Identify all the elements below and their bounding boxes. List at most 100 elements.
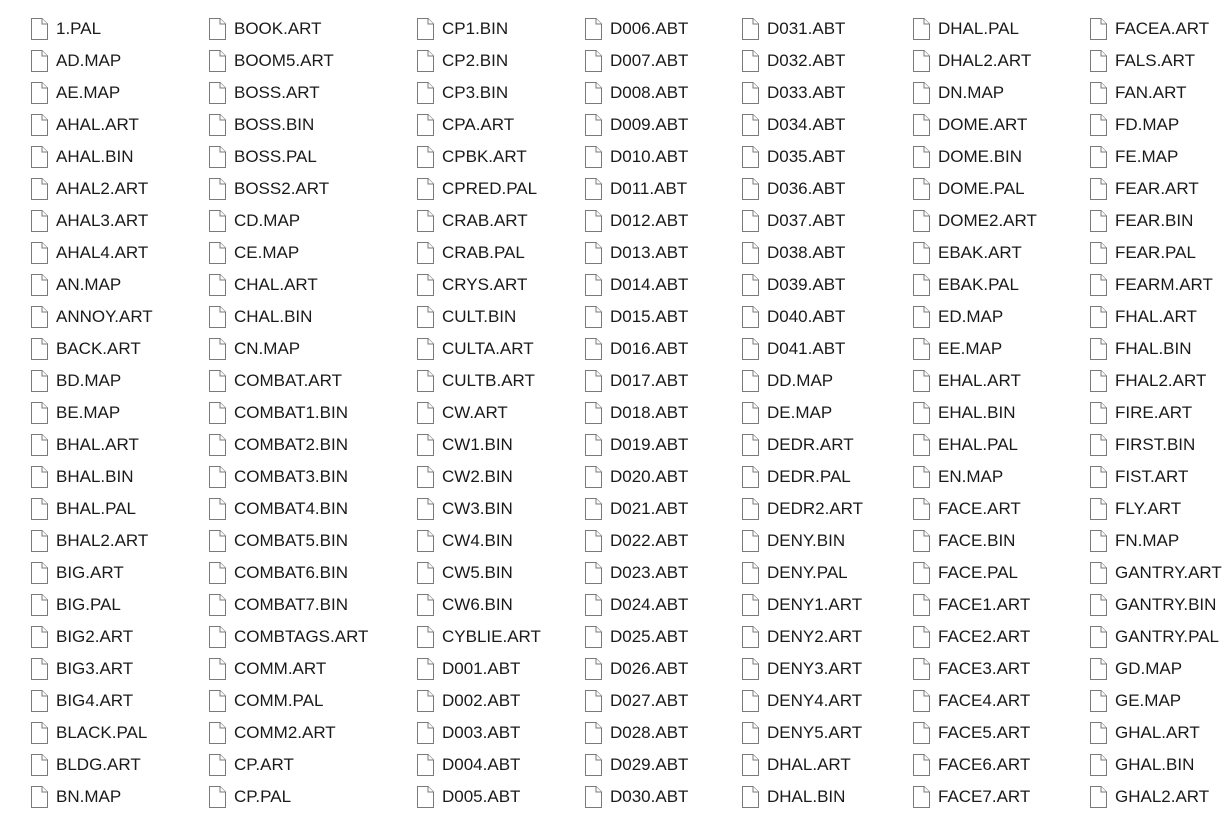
file-item[interactable]: D016.ABT — [584, 334, 688, 364]
file-item[interactable]: BIG3.ART — [30, 654, 133, 684]
file-item[interactable]: FEAR.PAL — [1089, 238, 1196, 268]
file-item[interactable]: EBAK.PAL — [912, 270, 1019, 300]
file-item[interactable]: D006.ABT — [584, 14, 688, 44]
file-item[interactable]: D036.ABT — [741, 174, 845, 204]
file-item[interactable]: FACE.PAL — [912, 558, 1018, 588]
file-item[interactable]: D033.ABT — [741, 78, 845, 108]
file-item[interactable]: D013.ABT — [584, 238, 688, 268]
file-item[interactable]: CW.ART — [416, 398, 508, 428]
file-item[interactable]: EBAK.ART — [912, 238, 1022, 268]
file-item[interactable]: FIRST.BIN — [1089, 430, 1195, 460]
file-item[interactable]: CHAL.BIN — [208, 302, 312, 332]
file-item[interactable]: CULTB.ART — [416, 366, 535, 396]
file-item[interactable]: EHAL.PAL — [912, 430, 1018, 460]
file-item[interactable]: CW4.BIN — [416, 526, 513, 556]
file-item[interactable]: BN.MAP — [30, 782, 121, 812]
file-item[interactable]: COMM.PAL — [208, 686, 323, 716]
file-item[interactable]: D009.ABT — [584, 110, 688, 140]
file-item[interactable]: AHAL.ART — [30, 110, 139, 140]
file-item[interactable]: D032.ABT — [741, 46, 845, 76]
file-item[interactable]: D012.ABT — [584, 206, 688, 236]
file-item[interactable]: D002.ABT — [416, 686, 520, 716]
file-item[interactable]: CYBLIE.ART — [416, 622, 541, 652]
file-item[interactable]: DOME2.ART — [912, 206, 1037, 236]
file-item[interactable]: D007.ABT — [584, 46, 688, 76]
file-item[interactable]: EN.MAP — [912, 462, 1003, 492]
file-item[interactable]: BHAL.ART — [30, 430, 139, 460]
file-item[interactable]: CPA.ART — [416, 110, 514, 140]
file-item[interactable]: FEARM.ART — [1089, 270, 1213, 300]
file-item[interactable]: BIG.ART — [30, 558, 124, 588]
file-item[interactable]: DENY1.ART — [741, 590, 862, 620]
file-item[interactable]: D018.ABT — [584, 398, 688, 428]
file-item[interactable]: 1.PAL — [30, 14, 101, 44]
file-item[interactable]: CD.MAP — [208, 206, 300, 236]
file-item[interactable]: CPRED.PAL — [416, 174, 537, 204]
file-item[interactable]: COMBAT4.BIN — [208, 494, 348, 524]
file-item[interactable]: FE.MAP — [1089, 142, 1178, 172]
file-item[interactable]: D029.ABT — [584, 750, 688, 780]
file-item[interactable]: GANTRY.ART — [1089, 558, 1222, 588]
file-item[interactable]: CULTA.ART — [416, 334, 534, 364]
file-item[interactable]: D010.ABT — [584, 142, 688, 172]
file-item[interactable]: EHAL.BIN — [912, 398, 1015, 428]
file-item[interactable]: BIG.PAL — [30, 590, 121, 620]
file-item[interactable]: D027.ABT — [584, 686, 688, 716]
file-item[interactable]: EE.MAP — [912, 334, 1002, 364]
file-item[interactable]: DD.MAP — [741, 366, 833, 396]
file-item[interactable]: COMBAT1.BIN — [208, 398, 348, 428]
file-item[interactable]: COMBAT7.BIN — [208, 590, 348, 620]
file-item[interactable]: COMM2.ART — [208, 718, 336, 748]
file-item[interactable]: FHAL.BIN — [1089, 334, 1192, 364]
file-item[interactable]: FACE.ART — [912, 494, 1021, 524]
file-item[interactable]: D026.ABT — [584, 654, 688, 684]
file-item[interactable]: COMM.ART — [208, 654, 326, 684]
file-item[interactable]: D040.ABT — [741, 302, 845, 332]
file-item[interactable]: D024.ABT — [584, 590, 688, 620]
file-item[interactable]: D011.ABT — [584, 174, 687, 204]
file-item[interactable]: BOSS.ART — [208, 78, 320, 108]
file-item[interactable]: FACE3.ART — [912, 654, 1030, 684]
file-item[interactable]: D034.ABT — [741, 110, 845, 140]
file-item[interactable]: FACE4.ART — [912, 686, 1030, 716]
file-item[interactable]: CP3.BIN — [416, 78, 508, 108]
file-item[interactable]: BLDG.ART — [30, 750, 141, 780]
file-item[interactable]: GANTRY.BIN — [1089, 590, 1216, 620]
file-item[interactable]: FACE7.ART — [912, 782, 1030, 812]
file-item[interactable]: D022.ABT — [584, 526, 688, 556]
file-item[interactable]: DENY5.ART — [741, 718, 862, 748]
file-item[interactable]: CULT.BIN — [416, 302, 516, 332]
file-item[interactable]: AN.MAP — [30, 270, 121, 300]
file-item[interactable]: DENY.BIN — [741, 526, 845, 556]
file-item[interactable]: DOME.ART — [912, 110, 1027, 140]
file-item[interactable]: CP.ART — [208, 750, 294, 780]
file-item[interactable]: COMBAT5.BIN — [208, 526, 348, 556]
file-item[interactable]: AD.MAP — [30, 46, 121, 76]
file-item[interactable]: D028.ABT — [584, 718, 688, 748]
file-item[interactable]: FACE6.ART — [912, 750, 1030, 780]
file-item[interactable]: CW2.BIN — [416, 462, 513, 492]
file-item[interactable]: FIRE.ART — [1089, 398, 1192, 428]
file-item[interactable]: FALS.ART — [1089, 46, 1195, 76]
file-item[interactable]: DHAL.BIN — [741, 782, 845, 812]
file-item[interactable]: FHAL.ART — [1089, 302, 1197, 332]
file-item[interactable]: D039.ABT — [741, 270, 845, 300]
file-item[interactable]: D025.ABT — [584, 622, 688, 652]
file-item[interactable]: DHAL2.ART — [912, 46, 1031, 76]
file-item[interactable]: DOME.PAL — [912, 174, 1025, 204]
file-item[interactable]: BHAL.BIN — [30, 462, 133, 492]
file-item[interactable]: DN.MAP — [912, 78, 1004, 108]
file-item[interactable]: CRAB.PAL — [416, 238, 525, 268]
file-item[interactable]: CN.MAP — [208, 334, 300, 364]
file-item[interactable]: FEAR.BIN — [1089, 206, 1193, 236]
file-item[interactable]: COMBTAGS.ART — [208, 622, 368, 652]
file-item[interactable]: GANTRY.PAL — [1089, 622, 1219, 652]
file-item[interactable]: AHAL4.ART — [30, 238, 148, 268]
file-item[interactable]: DE.MAP — [741, 398, 832, 428]
file-item[interactable]: CP1.BIN — [416, 14, 508, 44]
file-item[interactable]: FIST.ART — [1089, 462, 1188, 492]
file-item[interactable]: FACE2.ART — [912, 622, 1030, 652]
file-item[interactable]: GHAL2.ART — [1089, 782, 1209, 812]
file-item[interactable]: DHAL.ART — [741, 750, 851, 780]
file-item[interactable]: BLACK.PAL — [30, 718, 147, 748]
